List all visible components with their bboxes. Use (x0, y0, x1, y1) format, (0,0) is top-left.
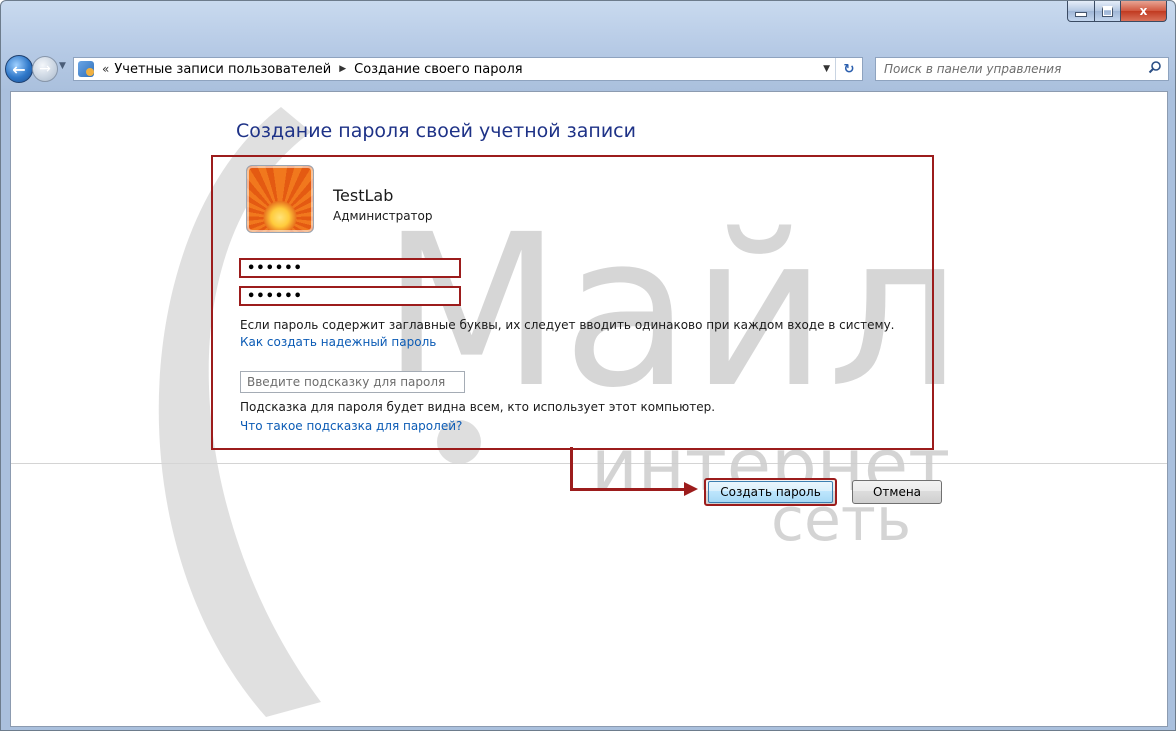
strong-password-link[interactable]: Как создать надежный пароль (240, 335, 436, 349)
address-bar[interactable]: « Учетные записи пользователей ▶ Создани… (73, 57, 863, 81)
hint-help-link[interactable]: Что такое подсказка для паролей? (240, 419, 462, 433)
breadcrumb-separator-icon[interactable]: ▶ (339, 64, 346, 74)
back-button[interactable]: ← (5, 55, 33, 83)
user-name: TestLab (333, 186, 394, 205)
navigation-bar: ← → ▼ « Учетные записи пользователей ▶ С… (1, 51, 1175, 91)
create-password-button-label: Создать пароль (708, 481, 833, 503)
recent-pages-dropdown[interactable]: ▼ (59, 61, 66, 71)
minimize-icon (1075, 11, 1087, 17)
divider (11, 463, 1167, 464)
back-arrow-icon: ← (12, 59, 26, 79)
forward-button[interactable]: → (32, 56, 58, 82)
content-pane: Майл интернет сеть Создание пароля своей… (10, 91, 1168, 727)
breadcrumb-overflow[interactable]: « (102, 62, 109, 76)
hint-visibility-note: Подсказка для пароля будет видна всем, к… (240, 400, 716, 414)
window-controls: x (1067, 1, 1167, 22)
annotation-line-vertical (570, 447, 573, 491)
page-title: Создание пароля своей учетной записи (236, 120, 636, 142)
maximize-icon (1102, 5, 1113, 17)
minimize-button[interactable] (1067, 1, 1095, 22)
search-icon[interactable] (1148, 60, 1162, 74)
create-password-button[interactable]: Создать пароль (704, 478, 837, 506)
annotation-line-horizontal (570, 488, 688, 491)
user-accounts-icon (78, 61, 94, 77)
cancel-button[interactable]: Отмена (852, 480, 942, 504)
new-password-field[interactable]: •••••• (239, 258, 461, 278)
address-dropdown-icon[interactable]: ▼ (823, 64, 830, 74)
maximize-button[interactable] (1095, 1, 1121, 22)
case-sensitivity-note: Если пароль содержит заглавные буквы, их… (240, 318, 895, 332)
breadcrumb-create-password[interactable]: Создание своего пароля (354, 62, 522, 77)
close-button[interactable]: x (1121, 1, 1167, 22)
search-box[interactable] (875, 57, 1169, 81)
refresh-button[interactable]: ↻ (835, 58, 862, 80)
user-role: Администратор (333, 209, 433, 223)
user-avatar (246, 165, 314, 233)
control-panel-window: x ← → ▼ « Учетные записи пользователей ▶… (0, 0, 1176, 731)
password-hint-input[interactable] (240, 371, 465, 393)
close-icon: x (1139, 4, 1148, 18)
breadcrumb-user-accounts[interactable]: Учетные записи пользователей (114, 62, 331, 77)
confirm-password-field[interactable]: •••••• (239, 286, 461, 306)
forward-arrow-icon: → (39, 61, 51, 77)
annotation-arrow-icon (684, 482, 698, 496)
search-input[interactable] (882, 59, 1136, 79)
